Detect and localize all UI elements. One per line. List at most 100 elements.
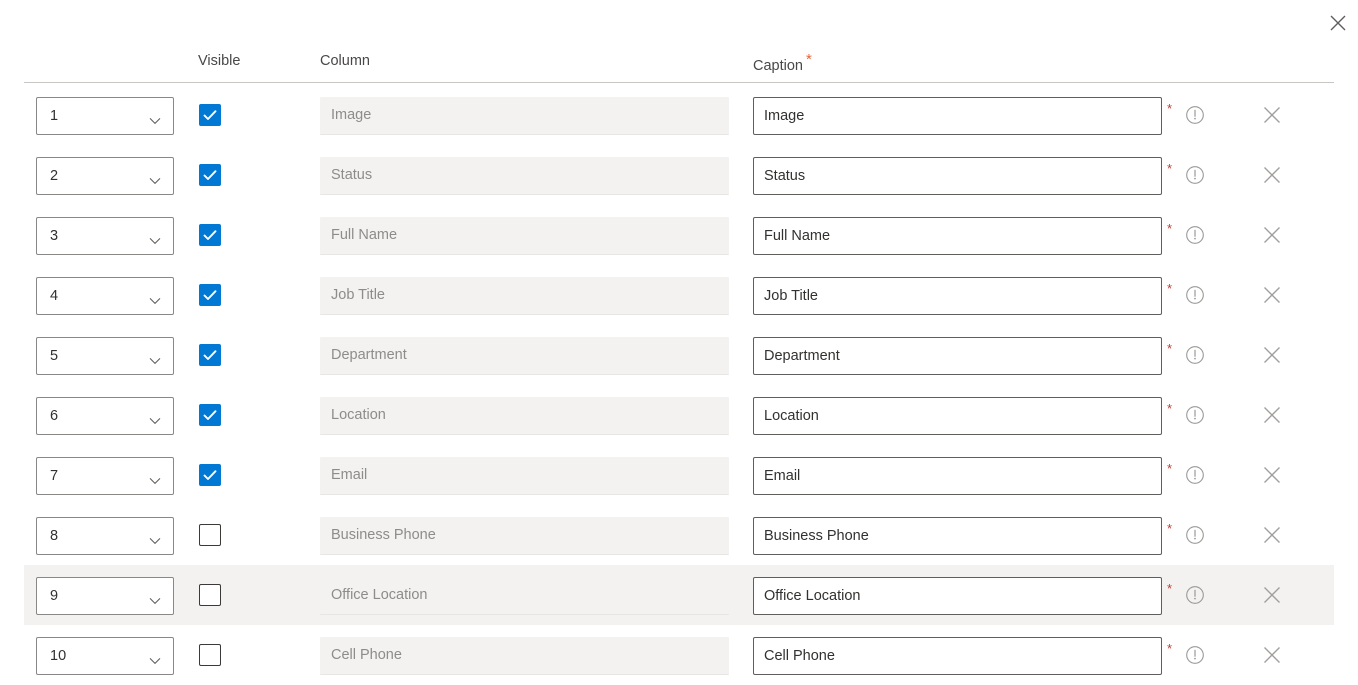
close-button[interactable] xyxy=(1321,6,1355,40)
row-delete-button[interactable] xyxy=(1260,643,1284,667)
row-caption-value: Email xyxy=(764,468,801,484)
row-required-marker: * xyxy=(1167,581,1173,596)
info-circle-icon[interactable] xyxy=(1184,464,1206,486)
column-configuration-panel: Visible Column Caption * 1 Image Image * 2 Sta… xyxy=(0,0,1358,680)
info-circle-icon[interactable] xyxy=(1184,164,1206,186)
row-delete-button[interactable] xyxy=(1260,343,1284,367)
row-column-value: Status xyxy=(331,167,373,183)
info-circle-icon[interactable] xyxy=(1184,284,1206,306)
row-caption-input[interactable]: Business Phone xyxy=(753,517,1162,555)
row-order-value: 8 xyxy=(50,528,59,544)
row-visible-checkbox[interactable] xyxy=(199,224,221,246)
row-required-marker: * xyxy=(1167,221,1173,236)
header-divider xyxy=(24,82,1334,83)
row-order-dropdown[interactable]: 10 xyxy=(36,637,174,675)
chevron-down-icon xyxy=(149,292,161,305)
row-visible-checkbox[interactable] xyxy=(199,644,221,666)
row-delete-button[interactable] xyxy=(1260,403,1284,427)
column-rows: 1 Image Image * 2 Status Status * 3 Full Name Full… xyxy=(0,85,1358,685)
chevron-down-icon xyxy=(149,172,161,185)
row-order-dropdown[interactable]: 9 xyxy=(36,577,174,615)
row-caption-input[interactable]: Job Title xyxy=(753,277,1162,315)
chevron-down-icon xyxy=(149,532,161,545)
row-column-value: Image xyxy=(331,107,372,123)
row-visible-checkbox[interactable] xyxy=(199,164,221,186)
info-circle-icon[interactable] xyxy=(1184,524,1206,546)
row-caption-input[interactable]: Office Location xyxy=(753,577,1162,615)
row-caption-input[interactable]: Department xyxy=(753,337,1162,375)
row-caption-input[interactable]: Status xyxy=(753,157,1162,195)
table-row: 4 Job Title Job Title * xyxy=(0,265,1358,325)
row-column-field: Department xyxy=(320,337,729,375)
header-caption-text: Caption xyxy=(753,57,803,74)
chevron-down-icon xyxy=(149,412,161,425)
row-visible-checkbox[interactable] xyxy=(199,104,221,126)
info-circle-icon[interactable] xyxy=(1184,224,1206,246)
row-column-field: Full Name xyxy=(320,217,729,255)
row-visible-checkbox[interactable] xyxy=(199,584,221,606)
row-caption-input[interactable]: Email xyxy=(753,457,1162,495)
table-row: 5 Department Department * xyxy=(0,325,1358,385)
info-circle-icon[interactable] xyxy=(1184,584,1206,606)
row-column-value: Job Title xyxy=(331,287,385,303)
row-order-dropdown[interactable]: 6 xyxy=(36,397,174,435)
row-column-value: Full Name xyxy=(331,227,398,243)
row-required-marker: * xyxy=(1167,521,1173,536)
row-order-value: 7 xyxy=(50,468,59,484)
row-required-marker: * xyxy=(1167,401,1173,416)
info-circle-icon[interactable] xyxy=(1184,644,1206,666)
row-order-dropdown[interactable]: 7 xyxy=(36,457,174,495)
header-visible: Visible xyxy=(198,53,241,69)
row-visible-checkbox[interactable] xyxy=(199,284,221,306)
row-caption-input[interactable]: Full Name xyxy=(753,217,1162,255)
row-visible-checkbox[interactable] xyxy=(199,464,221,486)
row-caption-value: Status xyxy=(764,168,806,184)
row-order-dropdown[interactable]: 4 xyxy=(36,277,174,315)
row-delete-button[interactable] xyxy=(1260,583,1284,607)
row-caption-input[interactable]: Image xyxy=(753,97,1162,135)
header-caption: Caption * xyxy=(753,52,812,75)
row-column-field: Status xyxy=(320,157,729,195)
table-row: 1 Image Image * xyxy=(0,85,1358,145)
row-visible-checkbox[interactable] xyxy=(199,404,221,426)
chevron-down-icon xyxy=(149,472,161,485)
row-delete-button[interactable] xyxy=(1260,163,1284,187)
row-order-value: 2 xyxy=(50,168,59,184)
row-visible-checkbox[interactable] xyxy=(199,344,221,366)
row-visible-checkbox[interactable] xyxy=(199,524,221,546)
row-order-dropdown[interactable]: 2 xyxy=(36,157,174,195)
table-row: 9 Office Location Office Location * xyxy=(0,565,1358,625)
table-row: 3 Full Name Full Name * xyxy=(0,205,1358,265)
table-header: Visible Column Caption * xyxy=(0,52,1358,82)
row-delete-button[interactable] xyxy=(1260,463,1284,487)
info-circle-icon[interactable] xyxy=(1184,404,1206,426)
chevron-down-icon xyxy=(149,592,161,605)
row-caption-input[interactable]: Cell Phone xyxy=(753,637,1162,675)
row-required-marker: * xyxy=(1167,281,1173,296)
info-circle-icon[interactable] xyxy=(1184,344,1206,366)
row-delete-button[interactable] xyxy=(1260,283,1284,307)
row-order-dropdown[interactable]: 1 xyxy=(36,97,174,135)
row-delete-button[interactable] xyxy=(1260,223,1284,247)
row-column-field: Cell Phone xyxy=(320,637,729,675)
row-order-dropdown[interactable]: 5 xyxy=(36,337,174,375)
row-order-dropdown[interactable]: 3 xyxy=(36,217,174,255)
row-caption-input[interactable]: Location xyxy=(753,397,1162,435)
row-required-marker: * xyxy=(1167,641,1173,656)
info-circle-icon[interactable] xyxy=(1184,104,1206,126)
row-column-value: Office Location xyxy=(331,587,428,603)
row-order-value: 1 xyxy=(50,108,59,124)
row-order-value: 5 xyxy=(50,348,59,364)
table-row: 7 Email Email * xyxy=(0,445,1358,505)
row-column-field: Job Title xyxy=(320,277,729,315)
row-delete-button[interactable] xyxy=(1260,523,1284,547)
row-delete-button[interactable] xyxy=(1260,103,1284,127)
row-caption-value: Office Location xyxy=(764,588,861,604)
row-column-field: Location xyxy=(320,397,729,435)
row-order-value: 3 xyxy=(50,228,59,244)
row-order-dropdown[interactable]: 8 xyxy=(36,517,174,555)
row-order-value: 6 xyxy=(50,408,59,424)
row-caption-value: Business Phone xyxy=(764,528,869,544)
chevron-down-icon xyxy=(149,112,161,125)
row-required-marker: * xyxy=(1167,341,1173,356)
